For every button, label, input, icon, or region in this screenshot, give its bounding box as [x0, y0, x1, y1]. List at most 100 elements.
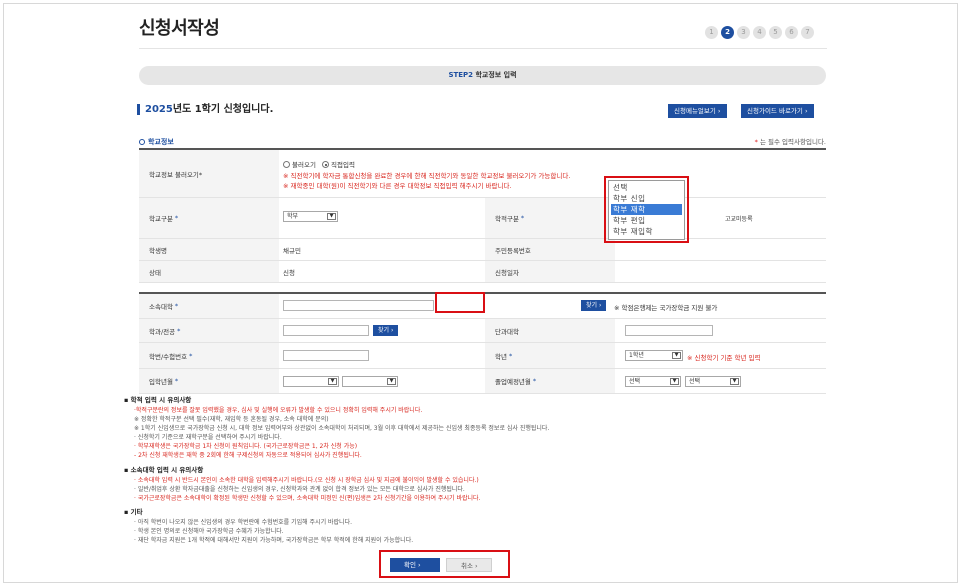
- required-mark: *: [508, 351, 513, 360]
- etc-notes-title-text: 기타: [130, 508, 143, 516]
- academic-notes: ▪ 학적 입력 시 유의사항 ·학적구분란의 정보를 잘못 입력했을 경우, 심…: [124, 396, 824, 460]
- graduation-year-select[interactable]: 선택 ▼: [625, 376, 681, 387]
- step-5: 5: [769, 26, 782, 39]
- graduation-label: 졸업예정년월 *: [485, 369, 615, 393]
- required-mark: *: [174, 302, 179, 310]
- page-title: 신청서작성: [139, 18, 220, 39]
- etc-notes: ▪ 기타 · 아직 학번이 나오지 않은 신입생의 경우 학번란에 수험번호를 …: [124, 508, 824, 545]
- grade-cell: 1학년 ▼ ※ 신청학기 기준 학년 입력: [615, 343, 826, 368]
- step-6: 6: [785, 26, 798, 39]
- etc-notes-list: · 아직 학번이 나오지 않은 신입생의 경우 학번란에 수험번호를 기입해 주…: [124, 518, 824, 545]
- etc-notes-title: ▪ 기타: [124, 508, 824, 517]
- status-label: 상태: [139, 261, 279, 282]
- semester-year: 2025: [145, 104, 173, 115]
- chevron-down-icon: ▼: [670, 378, 679, 385]
- dept-label: 학과/전공 *: [139, 319, 279, 342]
- table-row: 입학년월 * ▼ ▼ 졸업예정년월 * 선택 ▼ 선택 ▼: [139, 369, 826, 394]
- school-type-label: 학교구분 *: [139, 198, 279, 238]
- section-title-text: 학교정보: [148, 138, 174, 146]
- load-radio[interactable]: [283, 161, 290, 168]
- note-item: ·학적구분란의 정보를 잘못 입력했을 경우, 심사 및 실행에 오류가 발생할…: [134, 407, 423, 414]
- table-row: 상태 신청 신청일자: [139, 261, 826, 283]
- admission-label: 입학년월 *: [139, 369, 279, 393]
- student-type-label: 학적구분 *: [485, 198, 615, 238]
- college-label: 단과대학: [485, 319, 615, 342]
- univ-input[interactable]: [283, 300, 434, 311]
- chevron-down-icon: ▼: [328, 378, 337, 385]
- bullet-icon: ▪: [124, 508, 129, 516]
- required-mark: *: [189, 351, 193, 360]
- school-type-select[interactable]: 학부 ▼: [283, 211, 338, 222]
- graduation-cell: 선택 ▼ 선택 ▼: [615, 369, 826, 393]
- name-label: 학생명: [139, 239, 279, 260]
- chevron-down-icon: ▼: [672, 352, 681, 359]
- univ-notes-title: ▪ 소속대학 입력 시 유의사항: [124, 466, 824, 475]
- school-type-value: 학부: [287, 213, 299, 220]
- univ-notes: ▪ 소속대학 입력 시 유의사항 · 소속대학 입력 시 반드시 본인이 소속한…: [124, 466, 824, 503]
- step-4: 4: [753, 26, 766, 39]
- admission-year-select[interactable]: ▼: [283, 376, 339, 387]
- table-row: 학교구분 * 학부 ▼ 학적구분 * 고교미등록: [139, 198, 826, 239]
- name-value: 채규민: [283, 246, 301, 255]
- step-3: 3: [737, 26, 750, 39]
- grade-label-text: 학년: [495, 352, 507, 361]
- step-banner-label: 학교정보 입력: [475, 71, 517, 79]
- semester-heading: 2025년도 1학기 신청입니다.: [137, 104, 273, 115]
- graduation-month-value: 선택: [689, 378, 701, 385]
- admission-month-select[interactable]: ▼: [342, 376, 398, 387]
- univ-notes-title-text: 소속대학 입력 시 유의사항: [130, 466, 204, 474]
- college-input[interactable]: [625, 325, 713, 336]
- school-info-table: 학교정보 불러오기* 불러오기 직접입력 ※ 직전학기에 학자금 통합신청을 완…: [139, 148, 826, 283]
- note-item: · 재단 학자금 지원은 1개 학적에 대해서만 지원이 가능하며, 국가장학금…: [134, 537, 414, 544]
- table-row: 학번/수험번호 * 학년 * 1학년 ▼ ※ 신청학기 기준 학년 입력: [139, 343, 826, 369]
- school-type-cell: 학부 ▼: [279, 198, 485, 238]
- bullet-icon: ▪: [124, 396, 129, 404]
- load-label: 학교정보 불러오기*: [139, 150, 279, 197]
- note-item: · 일반/취업후 상환 학자금대출을 신청하는 신입생의 경우, 신청학과와 관…: [134, 486, 465, 493]
- note-item: · 아직 학번이 나오지 않은 신입생의 경우 학번란에 수험번호를 기입해 주…: [134, 519, 352, 526]
- section-title: 학교정보: [139, 137, 174, 147]
- rrn-label: 주민등록번호: [485, 239, 615, 260]
- student-no-cell: [279, 343, 485, 368]
- highlight-box-search: [435, 292, 485, 313]
- univ-label-text: 소속대학: [149, 303, 173, 311]
- grade-label: 학년 *: [485, 343, 615, 368]
- grade-select[interactable]: 1학년 ▼: [625, 350, 683, 361]
- load-cell: 불러오기 직접입력 ※ 직전학기에 학자금 통합신청을 완료한 경우에 한해 직…: [279, 150, 826, 197]
- note-item: ※ 정확한 학적구분 선택 필수(재학, 재입학 등 혼동될 경우, 소속 대학…: [134, 416, 329, 423]
- note-item: - 2차 신청 재학생은 재학 중 2회에 한해 구제신청의 자동으로 적용되어…: [134, 452, 362, 459]
- guide-button[interactable]: 신청가이드 바로가기 ›: [741, 104, 814, 118]
- student-type-extra: 고교미등록: [725, 215, 753, 223]
- note-item: · 소속대학 입력 시 반드시 본인이 소속한 대학을 입력해주시기 바랍니다.…: [134, 477, 479, 484]
- step-7: 7: [801, 26, 814, 39]
- manual-button[interactable]: 신청메뉴얼보기 ›: [668, 104, 727, 118]
- student-no-input[interactable]: [283, 350, 369, 361]
- admission-cell: ▼ ▼: [279, 369, 485, 393]
- note-item: · 학부재학생은 국가장학금 1차 신청이 원칙입니다. (국가근로장학금은 1…: [134, 443, 358, 450]
- semester-text: 년도 1학기 신청입니다.: [172, 104, 274, 115]
- dept-input[interactable]: [283, 325, 369, 336]
- academic-notes-list: ·학적구분란의 정보를 잘못 입력했을 경우, 심사 및 실행에 오류가 발생할…: [124, 406, 824, 460]
- title-divider: [139, 48, 827, 49]
- table-row: 학생명 채규민 주민등록번호: [139, 239, 826, 261]
- note-item: · 국가근로장학금은 소속대학이 확정된 학생만 신청할 수 있으며, 소속대학…: [134, 495, 481, 502]
- graduation-year-value: 선택: [629, 378, 641, 385]
- chevron-down-icon: ▼: [327, 213, 336, 220]
- direct-input-radio[interactable]: [322, 161, 329, 168]
- dept-search-button[interactable]: 찾기 ›: [373, 325, 399, 336]
- univ-note: ※ 학점은행제는 국가장학금 지원 불가: [614, 304, 718, 312]
- academic-notes-title-text: 학적 입력 시 유의사항: [130, 396, 192, 404]
- graduation-month-select[interactable]: 선택 ▼: [685, 376, 741, 387]
- note-item: ※ 1학기 신입생으로 국가장학금 신청 시, 대학 정보 입력여부와 상관없이…: [134, 425, 550, 432]
- step-2: 2: [721, 26, 734, 39]
- grade-note: ※ 신청학기 기준 학년 입력: [687, 354, 761, 362]
- circle-bullet-icon: [139, 139, 145, 145]
- univ-label: 소속대학 *: [139, 294, 279, 318]
- academic-notes-title: ▪ 학적 입력 시 유의사항: [124, 396, 824, 405]
- student-no-label-text: 학번/수험번호: [149, 352, 188, 361]
- grade-value: 1학년: [629, 352, 644, 359]
- univ-search-button[interactable]: 찾기 ›: [581, 300, 607, 311]
- student-type-label-text: 학적구분: [495, 215, 519, 223]
- load-note-1: ※ 직전학기에 학자금 통합신청을 완료한 경우에 한해 직전학기와 동일한 학…: [283, 172, 571, 180]
- highlight-box-dropdown: [604, 176, 689, 243]
